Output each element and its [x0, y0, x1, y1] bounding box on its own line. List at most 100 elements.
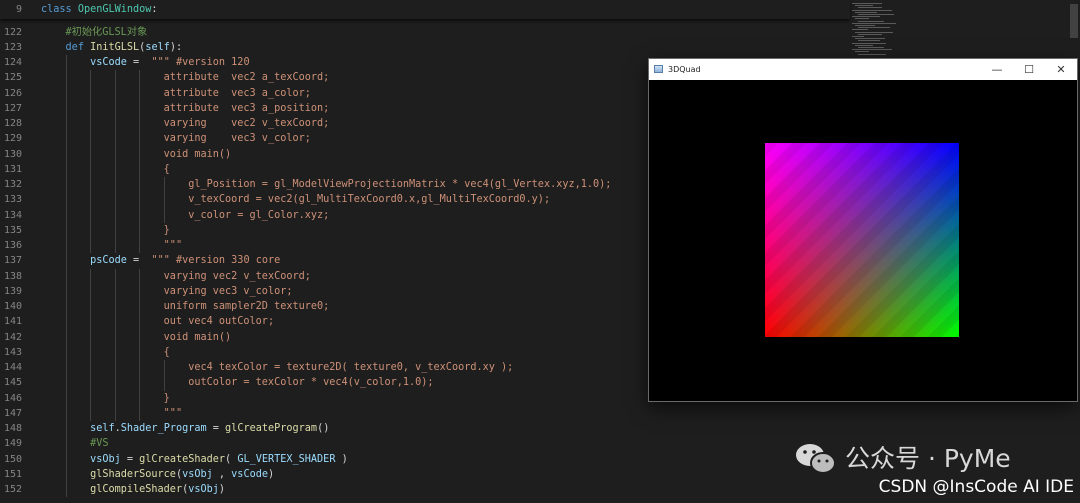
gl-window[interactable]: 3DQuad — ☐ ✕ — [648, 58, 1078, 402]
code-token: vsObj — [188, 484, 219, 495]
code-line[interactable]: 122 #初始化GLSL对象 — [0, 25, 850, 40]
line-number: 146 — [3, 392, 22, 404]
indent-guide — [139, 375, 141, 391]
code-token: """ #version 120 — [151, 57, 250, 68]
minimap-line — [858, 20, 884, 22]
code-token: varying vec2 v_texCoord; — [163, 118, 330, 129]
code-text: void main() — [41, 147, 231, 162]
indent-guide — [114, 222, 116, 238]
code-line[interactable]: 147 """ — [0, 405, 850, 421]
code-token: = — [206, 423, 226, 434]
minimap-line — [852, 29, 868, 31]
code-text: varying vec3 v_color; — [41, 284, 293, 299]
close-button[interactable]: ✕ — [1046, 59, 1076, 80]
indent-guide — [139, 405, 141, 421]
code-line[interactable]: 149 #VS — [0, 436, 850, 452]
maximize-button[interactable]: ☐ — [1014, 59, 1044, 80]
indent-guide — [139, 390, 141, 406]
indent-guide — [90, 100, 92, 116]
sticky-scroll-header[interactable]: 9 class OpenGLWindow: — [0, 0, 850, 19]
minimap-line — [852, 16, 880, 18]
indent-guide — [164, 207, 165, 223]
code-token: vsCode — [231, 468, 268, 480]
code-text: self.Shader_Program = glCreateProgram() — [41, 421, 329, 436]
code-text: #初始化GLSL对象 — [41, 25, 148, 40]
minimap[interactable] — [848, 0, 908, 60]
line-number: 134 — [3, 209, 22, 221]
indent-guide — [139, 329, 141, 345]
gl-canvas[interactable] — [649, 80, 1077, 401]
indent-guide — [65, 253, 67, 269]
line-number: 133 — [3, 194, 22, 206]
window-titlebar[interactable]: 3DQuad — ☐ ✕ — [649, 59, 1077, 80]
line-number: 122 — [3, 26, 22, 38]
code-token: glShaderSource — [90, 468, 176, 480]
code-text: uniform sampler2D texture0; — [41, 299, 330, 314]
indent-guide — [114, 192, 116, 208]
code-text: attribute vec3 a_position; — [41, 101, 330, 116]
line-number: 131 — [3, 163, 22, 175]
code-text: attribute vec2 a_texCoord; — [41, 70, 330, 85]
code-text: def InitGLSL(self): — [41, 40, 183, 55]
code-line[interactable]: 152 glCompileShader(vsObj) — [0, 482, 850, 498]
line-number: 152 — [3, 484, 22, 495]
indent-guide — [90, 177, 92, 193]
code-line[interactable]: 150 vsObj = glCreateShader( GL_VERTEX_SH… — [0, 451, 850, 467]
indent-guide — [65, 116, 67, 132]
indent-guide — [139, 238, 141, 254]
code-token: v_texCoord = vec2(gl_MultiTexCoord0.x,gl… — [188, 194, 551, 206]
indent-guide — [114, 161, 116, 177]
minimap-line — [852, 49, 892, 51]
line-number: 144 — [3, 362, 22, 373]
indent-guide — [114, 238, 116, 254]
colored-quad — [765, 143, 959, 337]
indent-guide — [65, 466, 67, 482]
indent-guide — [139, 344, 141, 360]
indent-guide — [65, 405, 67, 421]
code-line[interactable]: 123 def InitGLSL(self): — [0, 40, 850, 55]
indent-guide — [65, 436, 67, 452]
indent-guide — [114, 375, 116, 391]
code-token: vsCode — [90, 57, 127, 68]
minimap-line — [855, 44, 873, 46]
indent-guide — [114, 283, 116, 299]
indent-guide — [114, 146, 116, 162]
code-token: psCode — [90, 255, 127, 267]
code-line[interactable]: 151 glShaderSource(vsObj , vsCode) — [0, 466, 850, 482]
scrollbar-thumb[interactable] — [1070, 4, 1078, 38]
code-text: #VS — [41, 436, 108, 451]
code-text: vec4 texColor = texture2D( texture0, v_t… — [41, 360, 513, 375]
indent-guide — [65, 161, 67, 177]
indent-guide — [139, 207, 141, 223]
indent-guide — [139, 70, 141, 86]
code-line[interactable]: 148 self.Shader_Program = glCreateProgra… — [0, 421, 850, 437]
code-token: vsObj — [90, 453, 121, 465]
code-token: outColor = texColor * vec4(v_color,1.0); — [188, 377, 434, 389]
indent-guide — [139, 222, 141, 238]
minimap-line — [858, 47, 884, 48]
indent-guide — [90, 299, 92, 315]
minimize-button[interactable]: — — [982, 59, 1012, 80]
indent-guide — [139, 268, 141, 284]
line-number: 136 — [3, 240, 22, 251]
code-text: gl_Position = gl_ModelViewProjectionMatr… — [41, 177, 611, 192]
indent-guide — [139, 116, 141, 132]
indent-guide — [90, 283, 92, 299]
minimap-line — [852, 22, 896, 24]
code-token: Shader_Program — [120, 423, 207, 434]
indent-guide — [90, 268, 92, 284]
code-token: } — [163, 224, 170, 236]
code-text: glShaderSource(vsObj , vsCode) — [41, 467, 274, 482]
code-token: = — [126, 255, 152, 267]
code-token: ) — [335, 453, 348, 465]
line-number: 150 — [3, 453, 22, 465]
indent-guide — [65, 299, 67, 315]
line-number: 9 — [15, 4, 22, 15]
indent-guide — [90, 375, 92, 391]
indent-guide — [65, 344, 67, 360]
